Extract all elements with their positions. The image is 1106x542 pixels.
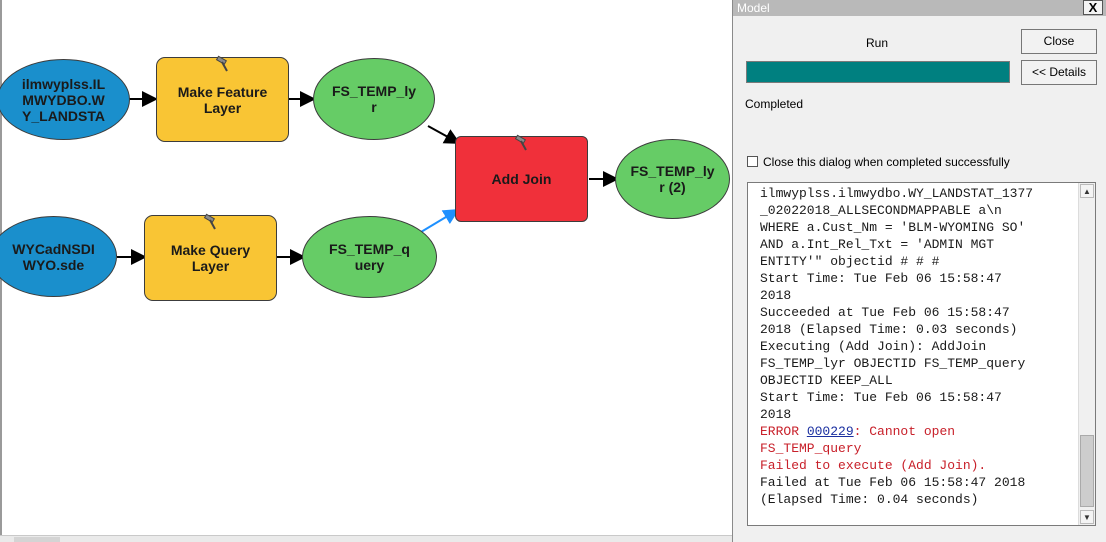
log-text: ilmwyplss.ilmwydbo.WY_LANDSTAT_1377 _020…: [760, 185, 1078, 508]
error-code-link[interactable]: 000229: [807, 424, 854, 439]
node-label: WYCadNSDI WYO.sde: [12, 240, 95, 273]
node-label: Add Join: [491, 171, 552, 187]
data-node-fs-temp-lyr-2[interactable]: FS_TEMP_ly r (2): [615, 139, 730, 219]
node-label: FS_TEMP_ly r (2): [630, 163, 715, 195]
connector-fs-temp-lyr-to-add-join[interactable]: [427, 125, 461, 144]
log-entry: Failed at Tue Feb 06 15:58:47 2018 (Elap…: [760, 475, 1026, 507]
node-label: Make Feature Layer: [177, 83, 268, 116]
node-label: ilmwyplss.IL MWYDBO.W Y_LANDSTA: [21, 75, 106, 124]
tool-node-make-feature-layer[interactable]: Make Feature Layer: [156, 55, 289, 142]
hammer-icon: [514, 134, 527, 151]
model-progress-dialog: Model X Run Close << Details Completed C…: [732, 0, 1106, 542]
connector-fs-temp-query-to-add-join[interactable]: [420, 208, 460, 233]
close-button[interactable]: Close: [1021, 29, 1097, 54]
auto-close-checkbox[interactable]: [747, 156, 758, 167]
auto-close-label: Close this dialog when completed success…: [763, 155, 1010, 169]
data-node-landstat-input[interactable]: ilmwyplss.IL MWYDBO.W Y_LANDSTA: [0, 59, 130, 140]
hammer-icon: [215, 55, 228, 72]
tool-node-add-join[interactable]: Add Join: [455, 134, 588, 222]
progress-bar: [746, 61, 1010, 83]
scroll-up-icon[interactable]: ▲: [1080, 184, 1094, 198]
data-node-fs-temp-lyr[interactable]: FS_TEMP_ly r: [313, 58, 435, 140]
vertical-scrollbar[interactable]: ▲ ▼: [1078, 183, 1095, 525]
horizontal-scrollbar[interactable]: [0, 535, 732, 542]
tool-node-make-query-layer[interactable]: Make Query Layer: [144, 213, 277, 301]
details-button[interactable]: << Details: [1021, 60, 1097, 85]
error-prefix: ERROR: [760, 424, 807, 439]
dialog-title: Model: [737, 1, 770, 15]
scroll-thumb[interactable]: [14, 537, 60, 542]
status-text: Completed: [745, 97, 804, 111]
data-node-fs-temp-query[interactable]: FS_TEMP_q uery: [302, 216, 437, 298]
run-label: Run: [866, 36, 889, 50]
scroll-down-icon[interactable]: ▼: [1080, 510, 1094, 524]
model-canvas[interactable]: ilmwyplss.IL MWYDBO.W Y_LANDSTA Make Fea…: [0, 0, 732, 542]
node-label: Make Query Layer: [170, 242, 251, 274]
dialog-titlebar[interactable]: Model X: [733, 0, 1106, 16]
node-label: FS_TEMP_ly r: [331, 83, 417, 115]
node-label: FS_TEMP_q uery: [329, 241, 410, 273]
hammer-icon: [203, 213, 216, 230]
close-icon[interactable]: X: [1083, 0, 1103, 15]
log-entry: ilmwyplss.ilmwydbo.WY_LANDSTAT_1377 _020…: [760, 186, 1034, 422]
message-log[interactable]: ilmwyplss.ilmwydbo.WY_LANDSTAT_1377 _020…: [747, 182, 1096, 526]
scroll-thumb[interactable]: [1080, 435, 1094, 507]
progress-fill: [747, 62, 1009, 82]
